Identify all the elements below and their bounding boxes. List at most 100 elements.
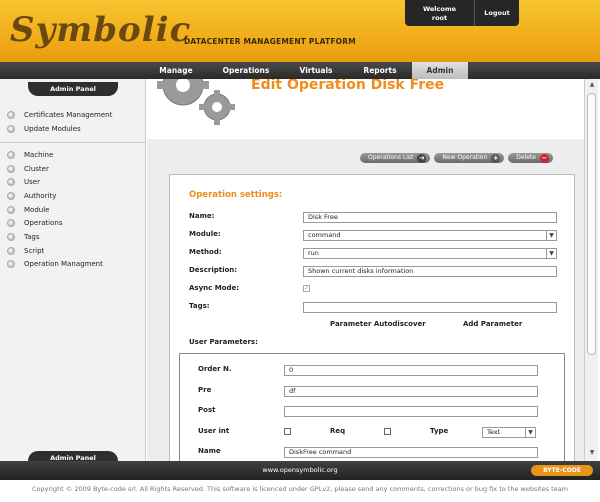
scroll-up-icon[interactable]: ▲ [588,81,596,88]
bullet-icon [7,150,15,159]
type-label: Type [430,427,449,435]
module-row: Module: command ▼ [189,229,559,243]
bullet-icon [7,246,15,255]
sidebar-item-certificates[interactable]: Certificates Management [0,108,146,122]
operation-form: Operation settings: Name: Disk Free Modu… [169,174,575,461]
new-operation-label: New Operation [442,154,488,161]
logout-link[interactable]: Logout [475,0,519,26]
sidebar-item-label: Cluster [24,164,49,173]
sidebar-item-label: Script [24,246,45,255]
chevron-down-icon: ▼ [525,428,535,437]
add-parameter-link[interactable]: Add Parameter [463,320,522,328]
operations-list-button[interactable]: Operations List ➔ [360,153,431,163]
bullet-icon [7,164,15,173]
sidebar-item-tags[interactable]: Tags [0,230,146,244]
method-label: Method: [189,248,222,256]
type-select[interactable]: Text ▼ [482,427,536,438]
name-label: Name: [189,212,215,220]
bullet-icon [7,124,15,133]
nav-reports[interactable]: Reports [352,62,408,79]
content-scrollbar[interactable]: ▲ ▼ [584,79,598,461]
pre-input[interactable]: df [284,386,538,397]
bullet-icon [7,191,15,200]
post-label: Post [198,406,216,414]
new-operation-button[interactable]: New Operation + [434,153,505,163]
nav-admin[interactable]: Admin [412,62,468,79]
module-select[interactable]: command ▼ [303,230,557,241]
sidebar-item-label: Tags [24,232,40,241]
sidebar-title: Admin Panel [28,82,118,96]
sidebar-item-user[interactable]: User [0,175,146,189]
order-input[interactable]: 0 [284,365,538,376]
scroll-down-icon[interactable]: ▼ [588,449,596,456]
nav-manage[interactable]: Manage [150,62,202,79]
sidebar-item-operation-managment[interactable]: Operation Managment [0,258,146,272]
sidebar-item-label: Operations [24,219,63,228]
minus-icon: − [539,153,549,163]
sidebar-item-operations[interactable]: Operations [0,216,146,230]
header: Symbolic DATACENTER MANAGEMENT PLATFORM … [0,0,600,62]
tags-row: Tags: [189,301,559,315]
parameter-autodiscover-link[interactable]: Parameter Autodiscover [330,320,426,328]
param-name-input[interactable]: DiskFree command [284,447,538,458]
userint-checkbox[interactable] [284,428,291,435]
pre-label: Pre [198,386,212,394]
pre-row: Pre df [198,385,548,399]
user-parameters-label: User Parameters: [189,338,258,346]
sidebar-divider [0,142,146,143]
nav-virtuals[interactable]: Virtuals [288,62,344,79]
req-label: Req [330,427,346,435]
sidebar-item-label: Operation Managment [24,260,103,269]
delete-button[interactable]: Delete − [508,153,553,163]
sidebar-item-label: User [24,178,40,187]
post-input[interactable] [284,406,538,417]
bullet-icon [7,232,15,241]
sidebar-item-label: Machine [24,150,54,159]
username: root [431,14,448,22]
user-parameter-box: Order N. 0 Pre df Post User int Req Type… [179,353,565,461]
param-name-label: Name [198,447,221,455]
description-input[interactable]: Shown current disks information [303,266,557,277]
tags-input[interactable] [303,302,557,313]
arrow-right-icon: ➔ [417,153,427,163]
title-area: Edit Operation Disk Free [147,79,584,139]
sidebar-item-machine[interactable]: Machine [0,148,146,162]
sidebar-item-update-modules[interactable]: Update Modules [0,122,146,136]
order-label: Order N. [198,365,232,373]
method-select[interactable]: run ▼ [303,248,557,259]
name-input[interactable]: Disk Free [303,212,557,223]
footer-url[interactable]: www.opensymbolic.org [0,466,600,474]
name-row: Name: Disk Free [189,211,559,225]
bullet-icon [7,178,15,187]
async-label: Async Mode: [189,284,240,292]
sidebar-item-label: Update Modules [24,124,81,133]
sidebar-item-label: Authority [24,191,57,200]
userint-label: User int [198,427,230,435]
scroll-thumb[interactable] [587,93,596,355]
welcome-label: Welcome [422,5,457,13]
description-label: Description: [189,266,238,274]
operations-list-label: Operations List [368,154,414,161]
nav-operations[interactable]: Operations [214,62,278,79]
delete-label: Delete [516,154,536,161]
req-checkbox[interactable] [384,428,391,435]
method-row: Method: run ▼ [189,247,559,261]
module-value: command [308,231,341,239]
post-row: Post [198,405,548,419]
sidebar-group-objects: Machine Cluster User Authority Module Op… [0,148,146,271]
sidebar-item-script[interactable]: Script [0,244,146,258]
description-row: Description: Shown current disks informa… [189,265,559,279]
main-content: Edit Operation Disk Free Operations List… [147,79,584,461]
param-name-row: Name DiskFree command [198,446,548,460]
byte-code-logo[interactable]: BYTE-CODE [531,465,593,476]
page-title: Edit Operation Disk Free [251,79,445,93]
tags-label: Tags: [189,302,210,310]
copyright: Copyright © 2009 Byte-code srl. All Righ… [31,485,569,493]
sidebar-item-cluster[interactable]: Cluster [0,162,146,176]
symbolic-logo[interactable]: Symbolic [10,10,191,50]
async-checkbox[interactable]: ✓ [303,285,310,292]
sidebar-group-admin: Certificates Management Update Modules [0,108,146,135]
options-row: User int Req Type Text ▼ [198,426,548,440]
sidebar-item-authority[interactable]: Authority [0,189,146,203]
sidebar-item-module[interactable]: Module [0,203,146,217]
